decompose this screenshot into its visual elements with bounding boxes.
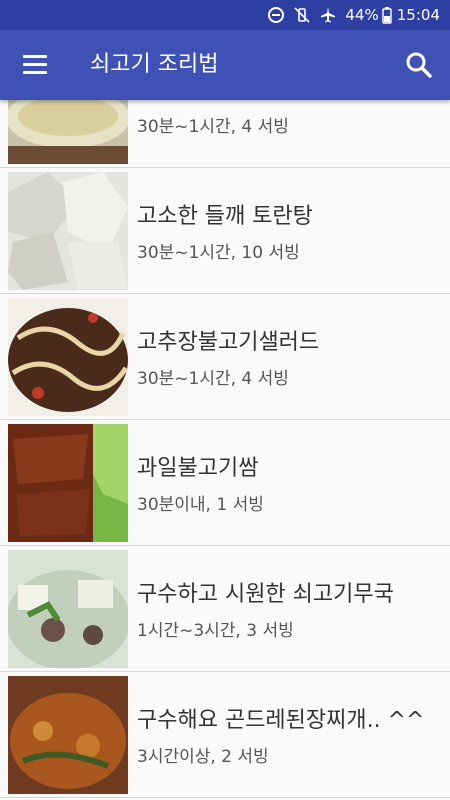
recipe-meta: 1시간~3시간, 3 서빙 — [137, 621, 294, 641]
recipe-thumbnail — [8, 424, 128, 542]
recipe-title: 고추장불고기샐러드 — [137, 330, 320, 355]
recipe-list-item[interactable]: 고소한 들깨 토란탕 30분~1시간, 10 서빙 — [0, 168, 450, 294]
battery-percent: 44% — [345, 6, 379, 24]
recipe-meta: 30분~1시간, 4 서빙 — [137, 369, 289, 389]
recipe-meta: 30분~1시간, 4 서빙 — [137, 117, 289, 137]
recipe-title: 구수해요 곤드레된장찌개.. ^^ — [137, 708, 425, 733]
recipe-title: 고소한 들깨 토란탕 — [137, 204, 313, 229]
page-title: 쇠고기 조리법 — [90, 52, 219, 77]
recipe-list-item[interactable]: 구수해요 곤드레된장찌개.. ^^ 3시간이상, 2 서빙 — [0, 672, 450, 798]
recipe-thumbnail — [8, 676, 128, 794]
vibrate-icon — [293, 6, 311, 24]
recipe-list-item[interactable]: 30분~1시간, 4 서빙 — [0, 100, 450, 168]
airplane-icon — [319, 6, 337, 24]
menu-icon[interactable] — [20, 52, 50, 78]
recipe-thumbnail — [8, 172, 128, 290]
search-icon[interactable] — [404, 50, 434, 80]
recipe-thumbnail — [8, 550, 128, 668]
battery-icon — [382, 6, 392, 24]
status-time: 15:04 — [396, 6, 440, 24]
recipe-title: 과일불고기쌈 — [137, 456, 259, 481]
recipe-thumbnail — [8, 298, 128, 416]
status-bar: 44% 15:04 — [0, 0, 450, 30]
recipe-thumbnail — [8, 100, 128, 164]
recipe-meta: 30분~1시간, 10 서빙 — [137, 243, 300, 263]
recipe-list-item[interactable]: 구수하고 시원한 쇠고기무국 1시간~3시간, 3 서빙 — [0, 546, 450, 672]
do-not-disturb-icon — [267, 6, 285, 24]
recipe-list-item[interactable]: 고추장불고기샐러드 30분~1시간, 4 서빙 — [0, 294, 450, 420]
recipe-meta: 3시간이상, 2 서빙 — [137, 747, 269, 767]
app-bar: 쇠고기 조리법 — [0, 30, 450, 100]
recipe-list[interactable]: 30분~1시간, 4 서빙 고소한 들깨 토란탕 30분~1시간, 10 서빙 — [0, 100, 450, 800]
recipe-title: 구수하고 시원한 쇠고기무국 — [137, 582, 394, 607]
recipe-list-item[interactable]: 과일불고기쌈 30분이내, 1 서빙 — [0, 420, 450, 546]
recipe-meta: 30분이내, 1 서빙 — [137, 495, 264, 515]
